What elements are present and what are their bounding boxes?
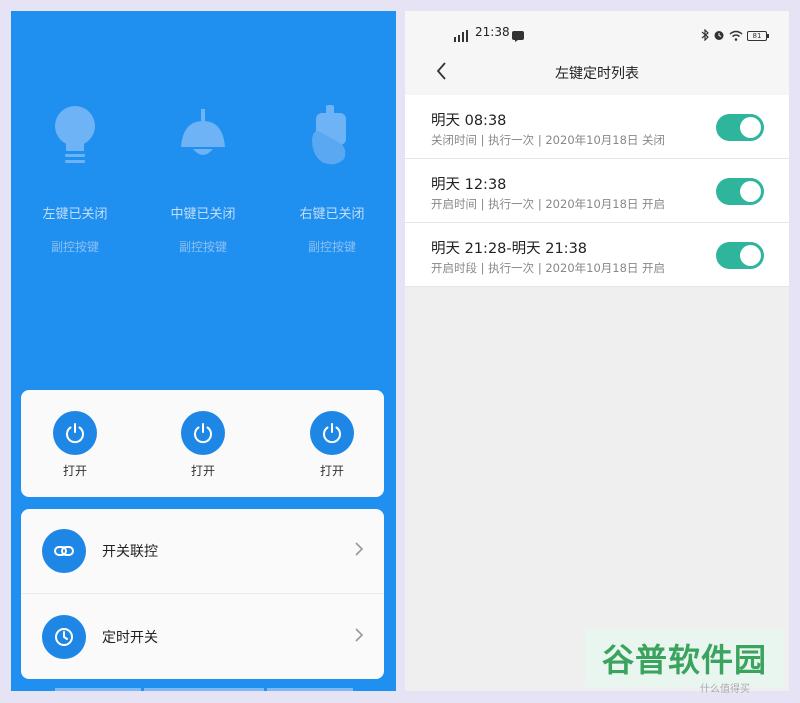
page-title: 左键定时列表 xyxy=(555,66,639,82)
chevron-right-icon xyxy=(354,541,364,561)
watermark-logo: 谷普软件园 xyxy=(585,629,784,687)
middle-power-button[interactable]: 打开 xyxy=(168,411,238,479)
status-icons: 81 xyxy=(701,26,769,45)
hand-switch-icon xyxy=(300,103,364,173)
menu-card: 开关联控 定时开关 xyxy=(21,509,384,679)
device-status-label: 左键已关闭 xyxy=(42,207,108,222)
device-status-label: 中键已关闭 xyxy=(170,207,236,222)
bulb-icon xyxy=(43,103,107,173)
battery-level: 81 xyxy=(747,30,767,41)
menu-item-timer[interactable]: 定时开关 xyxy=(21,594,384,679)
device-status-label: 右键已关闭 xyxy=(299,207,365,222)
device-left-key[interactable]: 左键已关闭 副控按键 xyxy=(15,103,135,255)
timer-list-screen: 21:38 81 左键定时列表 明天 08:38 关闭时间 | 执行一次 | 2… xyxy=(405,11,789,691)
power-label: 打开 xyxy=(319,464,344,478)
device-sub-label: 副控按键 xyxy=(307,240,356,254)
title-bar: 左键定时列表 xyxy=(405,49,789,95)
power-buttons-card: 打开 打开 打开 xyxy=(21,390,384,497)
timer-time: 明天 21:28-明天 21:38 xyxy=(431,241,588,257)
tab-indicator xyxy=(144,688,264,691)
timer-desc: 关闭时间 | 执行一次 | 2020年10月18日 关闭 xyxy=(431,133,666,147)
menu-item-label: 开关联控 xyxy=(102,544,158,560)
message-icon xyxy=(512,27,524,46)
timer-desc: 开启时间 | 执行一次 | 2020年10月18日 开启 xyxy=(431,197,666,211)
clock-icon xyxy=(42,614,86,659)
battery-icon: 81 xyxy=(747,30,769,41)
timer-desc: 开启时段 | 执行一次 | 2020年10月18日 开启 xyxy=(431,261,666,275)
timer-toggle[interactable] xyxy=(716,242,764,269)
watermark-caption: 什么值得买 xyxy=(700,684,750,695)
device-control-panel: 左键已关闭 副控按键 中键已关闭 副控按键 右键已关闭 副控按键 打开 打开 打… xyxy=(11,11,396,691)
device-sub-label: 副控按键 xyxy=(178,240,227,254)
link-icon xyxy=(42,529,86,573)
timer-row[interactable]: 明天 12:38 开启时间 | 执行一次 | 2020年10月18日 开启 xyxy=(405,159,789,223)
power-icon xyxy=(310,411,354,455)
menu-item-linkage[interactable]: 开关联控 xyxy=(21,509,384,594)
device-right-key[interactable]: 右键已关闭 副控按键 xyxy=(272,103,392,255)
wifi-icon xyxy=(729,26,743,45)
power-label: 打开 xyxy=(190,464,215,478)
timer-row[interactable]: 明天 08:38 关闭时间 | 执行一次 | 2020年10月18日 关闭 xyxy=(405,95,789,159)
timer-time: 明天 08:38 xyxy=(431,113,507,129)
device-sub-label: 副控按键 xyxy=(50,240,99,254)
timer-row[interactable]: 明天 21:28-明天 21:38 开启时段 | 执行一次 | 2020年10月… xyxy=(405,223,789,287)
pendant-lamp-icon xyxy=(171,103,235,173)
tab-indicator xyxy=(55,688,141,691)
alarm-icon xyxy=(713,26,725,45)
tab-indicator xyxy=(267,688,353,691)
signal-icon xyxy=(454,27,470,46)
timer-toggle[interactable] xyxy=(716,178,764,205)
power-icon xyxy=(181,411,225,455)
timer-toggle[interactable] xyxy=(716,114,764,141)
chevron-right-icon xyxy=(354,627,364,647)
device-middle-key[interactable]: 中键已关闭 副控按键 xyxy=(143,103,263,255)
status-time: 21:38 xyxy=(475,25,510,39)
right-power-button[interactable]: 打开 xyxy=(297,411,367,479)
power-icon xyxy=(53,411,97,455)
bluetooth-icon xyxy=(701,26,709,45)
left-power-button[interactable]: 打开 xyxy=(40,411,110,479)
power-label: 打开 xyxy=(62,464,87,478)
timer-time: 明天 12:38 xyxy=(431,177,507,193)
menu-item-label: 定时开关 xyxy=(102,629,158,646)
